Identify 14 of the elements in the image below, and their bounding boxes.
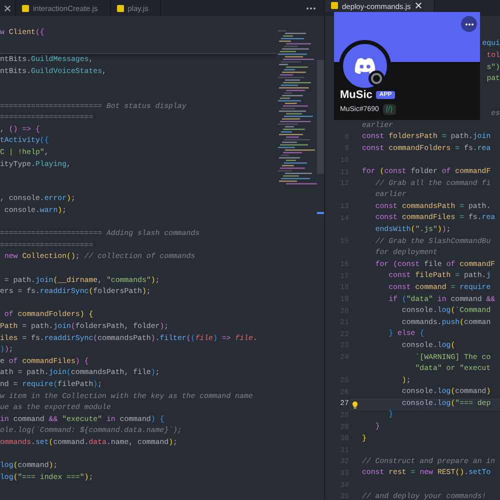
status-indicator [371, 73, 382, 84]
display-name: MuSic [340, 89, 372, 101]
lightbulb-icon[interactable] [352, 401, 358, 410]
js-file-icon [116, 4, 124, 12]
scrollbar-thumb[interactable] [317, 60, 324, 174]
close-icon[interactable] [414, 2, 422, 9]
more-icon [306, 6, 316, 10]
js-file-icon [22, 4, 29, 12]
scroll-marker [317, 212, 324, 214]
more-icon [464, 22, 474, 26]
js-file-icon [331, 2, 338, 9]
close-icon [4, 4, 11, 12]
controller-face-icon [353, 57, 377, 75]
minimap-drawing[interactable] [276, 27, 318, 187]
